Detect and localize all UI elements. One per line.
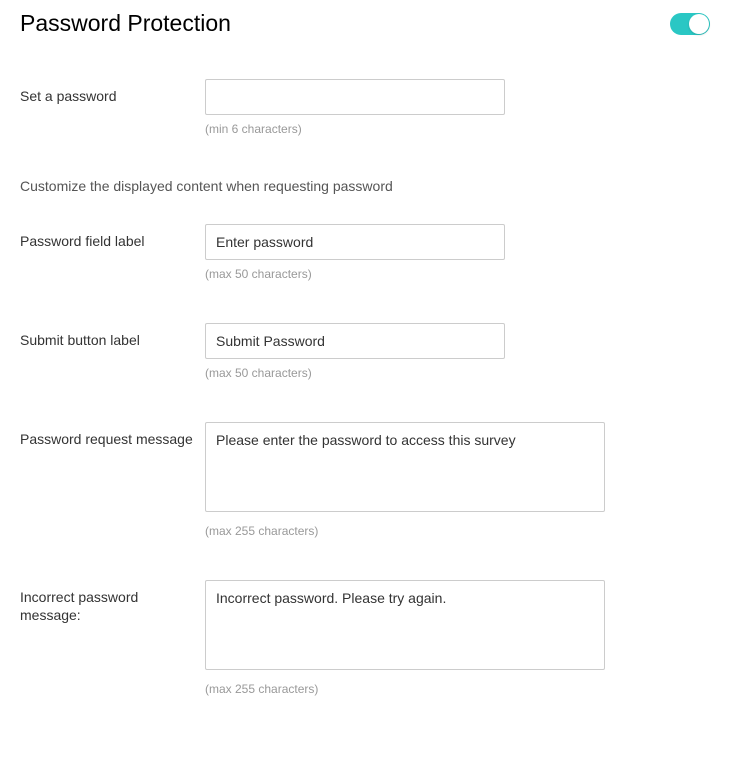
field-label-hint: (max 50 characters): [205, 267, 505, 281]
incorrect-message-hint: (max 255 characters): [205, 682, 605, 696]
password-protection-toggle[interactable]: [670, 13, 710, 35]
request-message-hint: (max 255 characters): [205, 524, 605, 538]
submit-button-label-label: Submit button label: [20, 332, 140, 348]
set-password-label: Set a password: [20, 88, 117, 104]
page-title: Password Protection: [20, 10, 231, 37]
password-field-label-input[interactable]: [205, 224, 505, 260]
set-password-hint: (min 6 characters): [205, 122, 505, 136]
incorrect-password-message-input[interactable]: [205, 580, 605, 670]
submit-button-label-input[interactable]: [205, 323, 505, 359]
field-label-label: Password field label: [20, 233, 145, 249]
section-description: Customize the displayed content when req…: [20, 178, 710, 194]
request-message-label: Password request message: [20, 431, 193, 447]
submit-label-hint: (max 50 characters): [205, 366, 505, 380]
password-request-message-input[interactable]: [205, 422, 605, 512]
toggle-knob: [689, 14, 709, 34]
set-password-input[interactable]: [205, 79, 505, 115]
incorrect-message-label: Incorrect password message:: [20, 589, 138, 623]
